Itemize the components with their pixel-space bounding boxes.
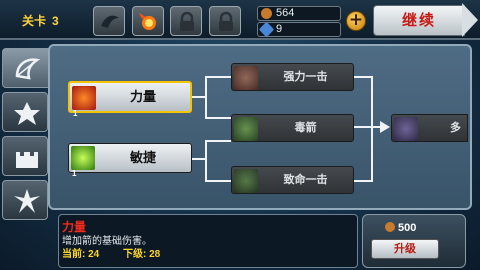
skill-level: 1 xyxy=(72,169,77,178)
slot-fireball[interactable] xyxy=(132,6,164,36)
connector xyxy=(354,126,382,128)
tab-weapon[interactable] xyxy=(2,180,48,220)
multishot-icon xyxy=(394,117,418,141)
bow-tab-icon xyxy=(15,58,41,80)
skill-poison-arrow[interactable]: 毒箭 xyxy=(231,114,354,142)
lock-icon xyxy=(219,11,233,31)
castle-tab-icon xyxy=(16,152,38,168)
connector xyxy=(354,180,372,182)
coin-icon xyxy=(261,8,272,19)
connector xyxy=(205,180,231,182)
skill-description-box: 力量 增加箭的基础伤害。 当前: 24 下级: 28 xyxy=(58,214,358,268)
connector xyxy=(354,76,372,78)
gem-value: 9 xyxy=(276,23,283,35)
connector xyxy=(192,96,206,98)
skill-critical-strike[interactable]: 致命一击 xyxy=(231,166,354,194)
connector-arrow-icon xyxy=(380,121,390,133)
connector xyxy=(192,158,206,160)
lock-icon xyxy=(180,11,194,31)
skill-label: 敏捷 xyxy=(129,150,156,165)
level-label: 关卡 xyxy=(22,14,47,28)
connector xyxy=(205,76,207,118)
connector xyxy=(205,76,231,78)
critical-strike-icon xyxy=(234,169,258,193)
coin-value: 564 xyxy=(276,7,295,19)
weapon-tab-icon xyxy=(14,189,40,213)
slot-bird[interactable] xyxy=(93,6,125,36)
skill-label: 毒箭 xyxy=(294,122,317,134)
level-indicator: 关卡 3 xyxy=(22,12,59,29)
add-currency-button[interactable]: + xyxy=(346,11,366,31)
skill-power[interactable]: 1 力量 xyxy=(68,81,192,118)
connector xyxy=(205,140,207,182)
top-bar: 关卡 3 564 9 + 继续 xyxy=(0,0,480,40)
slot-locked-1[interactable] xyxy=(170,6,202,36)
gem-counter: 9 xyxy=(257,21,341,38)
star-tab-icon xyxy=(14,102,40,125)
skill-multishot[interactable]: 多 xyxy=(391,114,468,142)
current-level: 当前: 24 xyxy=(62,249,100,260)
skill-power-strike[interactable]: 强力一击 xyxy=(231,63,354,91)
skill-label: 强力一击 xyxy=(283,71,328,83)
skill-level: 1 xyxy=(73,109,78,118)
bird-icon xyxy=(101,15,119,28)
skill-label: 力量 xyxy=(129,89,156,104)
skill-label: 多 xyxy=(450,122,461,134)
tab-bow[interactable] xyxy=(2,48,52,88)
tab-star[interactable] xyxy=(2,92,48,132)
upgrade-cost-value: 500 xyxy=(398,222,417,234)
slot-locked-2[interactable] xyxy=(209,6,241,36)
upgrade-button[interactable]: 升级 xyxy=(371,239,439,259)
skill-label: 致命一击 xyxy=(283,174,328,186)
power-strike-icon xyxy=(234,66,258,90)
tab-castle[interactable] xyxy=(2,136,48,176)
coin-counter: 564 xyxy=(257,6,341,21)
upgrade-cost: 500 xyxy=(385,222,416,234)
connector xyxy=(205,140,231,142)
gem-icon xyxy=(258,21,275,38)
next-level: 下级: 28 xyxy=(123,249,161,260)
skill-agility[interactable]: 1 敏捷 xyxy=(68,143,192,178)
connector xyxy=(205,117,231,119)
continue-arrow-icon[interactable] xyxy=(462,3,478,37)
upgrade-panel: 500 升级 xyxy=(362,214,466,268)
connector xyxy=(371,76,373,182)
coin-icon xyxy=(385,222,395,232)
continue-button[interactable]: 继续 xyxy=(373,5,465,36)
fireball-icon xyxy=(139,13,156,30)
level-value: 3 xyxy=(52,14,59,28)
poison-arrow-icon xyxy=(234,117,258,141)
